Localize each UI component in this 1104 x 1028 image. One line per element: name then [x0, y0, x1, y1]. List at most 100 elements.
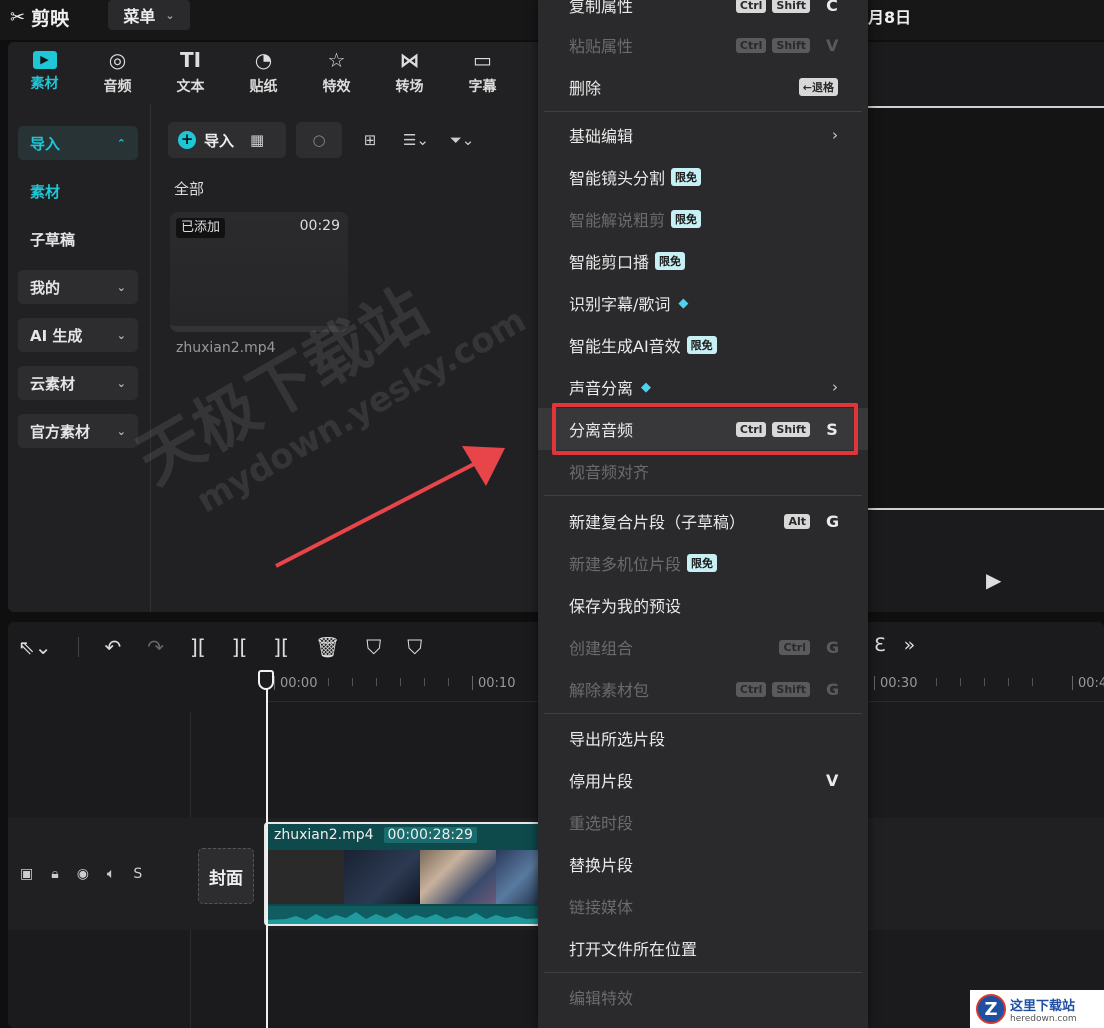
- playhead-handle[interactable]: [258, 670, 274, 690]
- menu-item-smart-shot-split[interactable]: 智能镜头分割 限免: [538, 156, 868, 198]
- sidebar-item-label: 子草稿: [30, 230, 76, 249]
- shortcut-key: Shift: [772, 0, 810, 13]
- sidebar-item-label: AI 生成: [30, 326, 83, 345]
- import-button[interactable]: + 导入 ▦: [168, 122, 286, 158]
- main-menu-button[interactable]: 菜单 ⌄: [108, 0, 190, 30]
- menu-item-replace-clip[interactable]: 替换片段: [538, 843, 868, 885]
- sidebar-item-import[interactable]: 导入 ⌃: [18, 126, 138, 160]
- split-left-icon[interactable]: ][: [232, 635, 248, 659]
- tab-label: 转场: [395, 79, 424, 95]
- freeze-icon[interactable]: Ɛ: [874, 634, 886, 656]
- sidebar-item-label: 我的: [30, 278, 61, 297]
- clip-duration: 00:29: [299, 218, 340, 234]
- minor-tick: [424, 678, 425, 686]
- menu-item-label: 解除素材包: [569, 681, 650, 700]
- preview-frame-edge: [868, 508, 1104, 510]
- speaker-icon[interactable]: 🔈︎: [107, 866, 115, 882]
- track-mute-label[interactable]: S: [133, 866, 142, 882]
- undo-icon[interactable]: ↶: [105, 635, 122, 659]
- menu-item-reselect-range[interactable]: 重选时段: [538, 801, 868, 843]
- sidebar-item-subdraft[interactable]: 子草稿: [18, 222, 138, 256]
- menu-item-save-preset[interactable]: 保存为我的预设: [538, 584, 868, 626]
- menu-item-export-selected[interactable]: 导出所选片段: [538, 717, 868, 759]
- grid-view-icon[interactable]: ⊞: [352, 131, 388, 149]
- menu-item-smart-talk-cut[interactable]: 智能剪口播 限免: [538, 240, 868, 282]
- play-icon[interactable]: ▶: [986, 568, 1001, 592]
- media-icon: ▶: [32, 51, 57, 69]
- redo-icon[interactable]: ↷: [147, 635, 164, 659]
- chevron-down-icon: ⌄: [116, 328, 126, 342]
- menu-item-ai-sound-effects[interactable]: 智能生成AI音效 限免: [538, 324, 868, 366]
- chevron-down-icon: ⌄: [165, 8, 175, 22]
- transition-icon: ⋈: [399, 48, 420, 72]
- menu-item-copy-attributes[interactable]: 复制属性 Ctrl Shift C: [538, 0, 868, 26]
- menu-item-disable-clip[interactable]: 停用片段 V: [538, 759, 868, 801]
- more-tools-icon[interactable]: »: [904, 634, 916, 656]
- menu-item-edit-effects[interactable]: 编辑特效: [538, 976, 868, 1018]
- audio-waveform: [266, 906, 544, 924]
- chevron-right-icon: ›: [832, 126, 838, 144]
- free-badge: 限免: [687, 554, 718, 572]
- filter-icon[interactable]: ⏷⌄: [444, 131, 480, 149]
- menu-item-label: 重选时段: [569, 814, 634, 833]
- media-panel: ▶ 素材 ◎ 音频 TI 文本 ◔ 贴纸 ☆ 特效 ⋈ 转场 ▭ 字幕 导入 ⌃…: [8, 42, 546, 612]
- qr-code-icon[interactable]: ▦: [250, 131, 264, 149]
- shortcut-letter: G: [826, 511, 840, 531]
- search-button[interactable]: ○: [296, 122, 342, 158]
- added-badge: 已添加: [176, 218, 226, 238]
- tab-audio[interactable]: ◎ 音频: [81, 42, 154, 102]
- menu-item-recognize-subtitles[interactable]: 识别字幕/歌词 ◆: [538, 282, 868, 324]
- menu-item-new-compound-clip[interactable]: 新建复合片段（子草稿） Alt G: [538, 500, 868, 542]
- menu-item-link-media[interactable]: 链接媒体: [538, 885, 868, 927]
- playhead[interactable]: [266, 672, 268, 1028]
- sidebar-item-cloud[interactable]: 云素材 ⌄: [18, 366, 138, 400]
- shortcut-letter: V: [826, 35, 839, 55]
- tab-text[interactable]: TI 文本: [154, 42, 227, 102]
- tab-effects[interactable]: ☆ 特效: [300, 42, 373, 102]
- menu-item-label: 打开文件所在位置: [569, 940, 698, 959]
- menu-item-basic-edit[interactable]: 基础编辑 ›: [538, 114, 868, 156]
- delete-icon[interactable]: 🗑: [315, 635, 340, 659]
- tab-label: 特效: [322, 79, 351, 95]
- add-marker-icon[interactable]: ⛉: [366, 635, 381, 659]
- sort-icon[interactable]: ☰⌄: [398, 131, 434, 149]
- tool-tabs: ▶ 素材 ◎ 音频 TI 文本 ◔ 贴纸 ☆ 特效 ⋈ 转场 ▭ 字幕: [8, 42, 546, 102]
- marker-icon[interactable]: ⛉: [407, 635, 422, 659]
- timeline-right-tools: Ɛ »: [874, 634, 915, 656]
- clip-thumbnail: [344, 850, 420, 904]
- menu-item-create-group[interactable]: 创建组合 Ctrl G: [538, 626, 868, 668]
- sidebar-item-label: 导入: [30, 134, 61, 153]
- menu-divider: [544, 972, 862, 973]
- menu-item-label: 停用片段: [569, 772, 634, 791]
- menu-item-new-multicam-clip[interactable]: 新建多机位片段 限免: [538, 542, 868, 584]
- subtitle-icon: ▭: [473, 48, 492, 72]
- main-menu-label: 菜单: [123, 7, 156, 26]
- timeline-clip[interactable]: zhuxian2.mp4 00:00:28:29: [264, 822, 546, 926]
- split-right-icon[interactable]: ][: [273, 635, 289, 659]
- tab-subtitle[interactable]: ▭ 字幕: [446, 42, 519, 102]
- split-icon[interactable]: ][: [190, 635, 206, 659]
- menu-item-open-file-location[interactable]: 打开文件所在位置: [538, 927, 868, 969]
- sidebar-item-ai-generate[interactable]: AI 生成 ⌄: [18, 318, 138, 352]
- menu-item-voice-separation[interactable]: 声音分离 ◆ ›: [538, 366, 868, 408]
- free-badge: 限免: [671, 210, 702, 228]
- free-badge: 限免: [671, 168, 702, 186]
- tab-label: 文本: [176, 79, 205, 95]
- menu-item-av-align[interactable]: 视音频对齐: [538, 450, 868, 492]
- sidebar-item-mine[interactable]: 我的 ⌄: [18, 270, 138, 304]
- menu-divider: [544, 495, 862, 496]
- sidebar-item-media[interactable]: 素材: [18, 174, 138, 208]
- menu-item-paste-attributes[interactable]: 粘贴属性 Ctrl Shift V: [538, 24, 868, 66]
- menu-item-smart-narration-cut[interactable]: 智能解说粗剪 限免: [538, 198, 868, 240]
- tab-sticker[interactable]: ◔ 贴纸: [227, 42, 300, 102]
- menu-item-unpack-material[interactable]: 解除素材包 Ctrl Shift G: [538, 668, 868, 710]
- lock-icon[interactable]: 🔒︎: [51, 866, 58, 882]
- tab-media[interactable]: ▶ 素材: [8, 42, 81, 102]
- sidebar-item-official[interactable]: 官方素材 ⌄: [18, 414, 138, 448]
- select-cursor-icon[interactable]: ⇖⌄: [18, 635, 52, 659]
- tab-transition[interactable]: ⋈ 转场: [373, 42, 446, 102]
- cover-button[interactable]: 封面: [198, 848, 254, 904]
- menu-item-label: 智能生成AI音效: [569, 337, 681, 356]
- menu-item-delete[interactable]: 删除 ←退格: [538, 66, 868, 108]
- eye-icon[interactable]: ◉: [77, 866, 89, 882]
